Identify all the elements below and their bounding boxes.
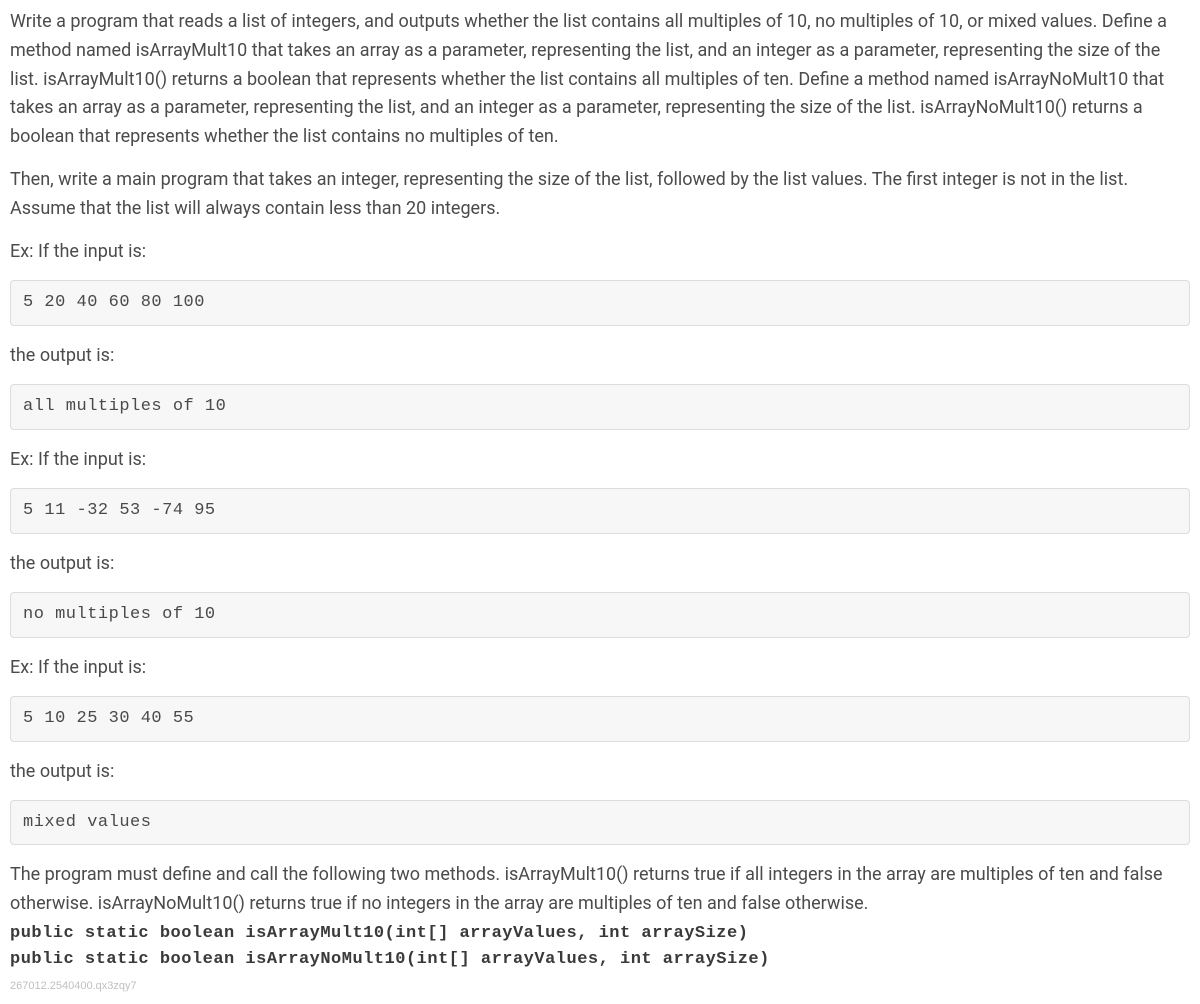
- problem-description-intro: Write a program that reads a list of int…: [10, 8, 1190, 152]
- footer-id: 267012.2540400.qx3zqy7: [10, 978, 1190, 996]
- code-block-input-1: 5 20 40 60 80 100: [10, 280, 1190, 325]
- method-signature-1: public static boolean isArrayMult10(int[…: [10, 921, 1190, 947]
- output-label-3: the output is:: [10, 758, 1190, 787]
- code-block-input-3: 5 10 25 30 40 55: [10, 696, 1190, 741]
- example-input-label-2: Ex: If the input is:: [10, 446, 1190, 475]
- code-block-output-3: mixed values: [10, 800, 1190, 845]
- output-label-2: the output is:: [10, 550, 1190, 579]
- code-block-output-2: no multiples of 10: [10, 592, 1190, 637]
- output-label-1: the output is:: [10, 342, 1190, 371]
- problem-description-main: Then, write a main program that takes an…: [10, 166, 1190, 224]
- method-signature-2: public static boolean isArrayNoMult10(in…: [10, 947, 1190, 973]
- code-block-input-2: 5 11 -32 53 -74 95: [10, 488, 1190, 533]
- conclusion-paragraph: The program must define and call the fol…: [10, 861, 1190, 919]
- example-input-label-3: Ex: If the input is:: [10, 654, 1190, 683]
- example-input-label-1: Ex: If the input is:: [10, 238, 1190, 267]
- code-block-output-1: all multiples of 10: [10, 384, 1190, 429]
